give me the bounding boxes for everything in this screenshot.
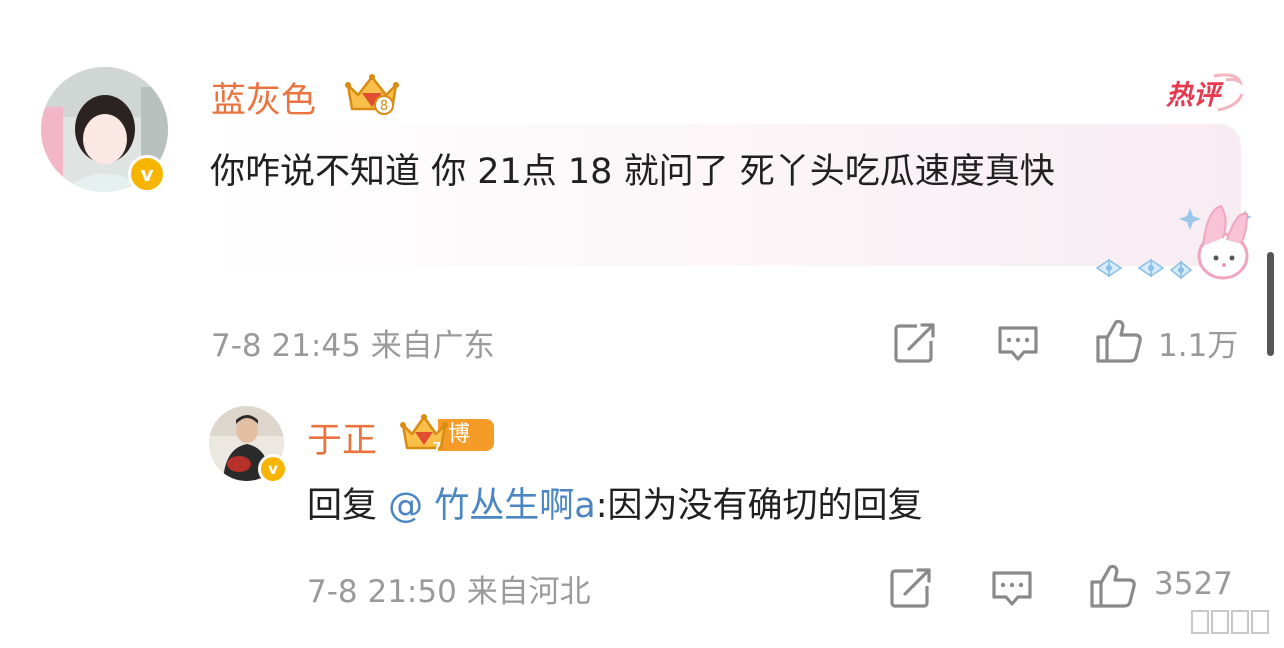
comment-location: 来自广东 [370, 328, 495, 364]
bubble-sticker-decoration [1095, 198, 1255, 290]
reply-comment-button[interactable] [996, 323, 1040, 363]
repost-icon [890, 568, 931, 608]
svg-text:7: 7 [433, 440, 441, 454]
reply-like-count: 3527 [1154, 566, 1233, 602]
reply-text: 回复 @ 竹丛生啊a:因为没有确切的回复 [307, 476, 923, 536]
scrollbar[interactable] [1267, 252, 1274, 356]
comment-username[interactable]: 蓝灰色 [211, 72, 316, 123]
verified-icon: v [258, 454, 288, 484]
reply-repost-button[interactable] [889, 567, 933, 609]
svg-text:8: 8 [380, 99, 388, 114]
verified-icon: v [128, 155, 166, 193]
comment-icon [992, 571, 1032, 606]
crown-badge-icon[interactable]: 8 [344, 71, 400, 115]
hot-comment-tag: 热评 [1164, 72, 1244, 112]
comment-text: 你咋说不知道 你 21点 18 就问了 死丫头吃瓜速度真快 [210, 152, 1055, 192]
like-icon [1090, 564, 1136, 608]
crown-badge-icon: 7 [400, 414, 448, 454]
reply-body: :因为没有确切的回复 [595, 486, 923, 526]
repost-button[interactable] [893, 322, 937, 364]
comment-time: 7-8 21:45 [211, 328, 361, 364]
previous-item-fragment [1080, 0, 1250, 6]
repost-icon [894, 323, 935, 363]
reply-time: 7-8 21:50 [307, 574, 457, 610]
like-button[interactable] [1094, 317, 1144, 365]
reply-meta: 7-8 21:50 来自河北 [307, 566, 591, 611]
mention-link[interactable]: @ 竹丛生啊a [388, 486, 596, 526]
svg-text:热评: 热评 [1165, 80, 1224, 111]
reply-username[interactable]: 于正 [307, 412, 377, 463]
blogger-badge: 博主 7 [400, 412, 494, 479]
like-icon [1096, 319, 1142, 363]
reply-comment-button[interactable] [990, 568, 1034, 608]
reply-like-button[interactable] [1088, 562, 1138, 610]
comment-meta: 7-8 21:45 来自广东 [211, 320, 495, 365]
watermark [1190, 607, 1270, 637]
reply-location: 来自河北 [466, 574, 591, 610]
comment-icon [998, 326, 1038, 361]
like-count: 1.1万 [1158, 328, 1239, 364]
reply-prefix: 回复 [307, 486, 378, 526]
